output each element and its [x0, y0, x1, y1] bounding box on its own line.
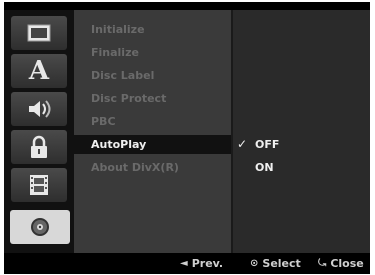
prev-label: Prev.	[191, 257, 224, 270]
display-icon	[27, 24, 51, 42]
menu-item-initialize[interactable]: Initialize	[74, 20, 231, 39]
menu-item-disc-protect[interactable]: Disc Protect	[74, 89, 231, 108]
menu-item-finalize[interactable]: Finalize	[74, 43, 231, 62]
check-icon: ✓	[237, 137, 248, 151]
audio-icon	[26, 98, 52, 120]
tab-language[interactable]: A	[11, 54, 67, 88]
return-icon: ⤿	[318, 258, 327, 269]
tab-display[interactable]	[11, 16, 67, 50]
close-label: Close	[330, 257, 364, 270]
prev-button[interactable]: ◄ Prev.	[180, 257, 223, 270]
tab-disc[interactable]	[10, 210, 70, 244]
option-off[interactable]: ✓ OFF	[233, 135, 370, 154]
setup-screen: A Initialize Finalize Disc Label Disc Pr	[4, 2, 370, 274]
select-icon: ⊙	[250, 258, 259, 269]
left-arrow-icon: ◄	[180, 258, 188, 269]
menu-item-pbc[interactable]: PBC	[74, 112, 231, 131]
option-off-label: OFF	[255, 138, 280, 151]
menu-item-about-divx[interactable]: About DivX(R)	[74, 158, 231, 177]
recording-icon	[28, 174, 50, 196]
close-button[interactable]: ⤿ Close	[318, 257, 364, 270]
tab-recording[interactable]	[11, 168, 67, 202]
icon-sidebar: A	[4, 10, 74, 253]
lock-icon	[29, 135, 49, 159]
tab-audio[interactable]	[11, 92, 67, 126]
language-icon: A	[28, 56, 50, 86]
option-on-label: ON	[255, 161, 274, 174]
option-on[interactable]: ON	[233, 158, 370, 177]
select-button[interactable]: ⊙ Select	[250, 257, 301, 270]
tab-lock[interactable]	[11, 130, 67, 164]
menu-item-autoplay[interactable]: AutoPlay	[74, 135, 231, 154]
select-label: Select	[262, 257, 301, 270]
menu-item-disc-label[interactable]: Disc Label	[74, 66, 231, 85]
footer-bar: ◄ Prev. ⊙ Select ⤿ Close	[4, 253, 370, 274]
disc-icon	[29, 216, 51, 238]
menu-panel: Initialize Finalize Disc Label Disc Prot…	[74, 10, 233, 253]
options-panel: ✓ OFF ON	[233, 10, 370, 253]
